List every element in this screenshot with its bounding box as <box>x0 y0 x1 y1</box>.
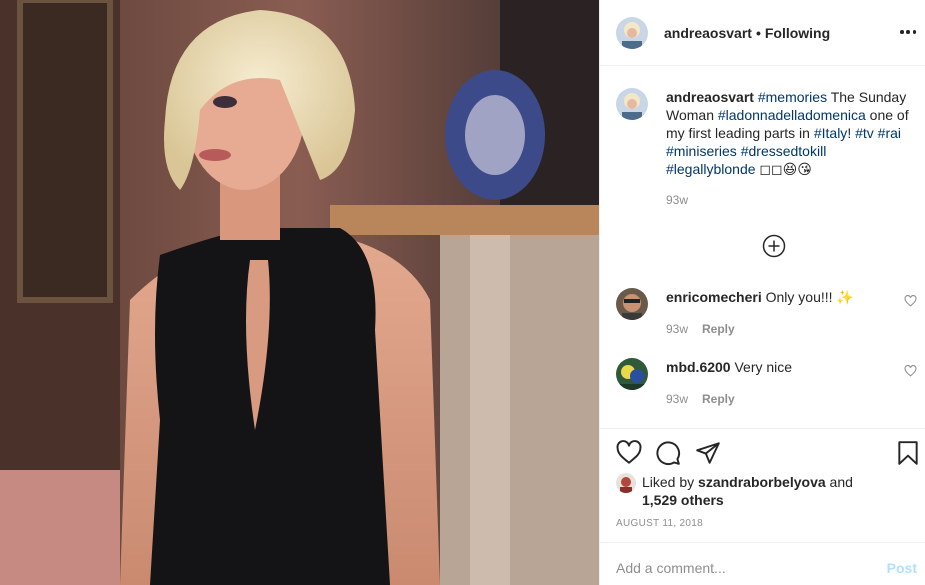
hashtag-tv[interactable]: #tv <box>855 125 874 141</box>
caption-text: andreaosvart #memories The Sunday Woman … <box>666 88 918 209</box>
separator-dot: • <box>755 24 761 41</box>
post-image <box>0 0 599 585</box>
likes-summary: Liked by szandraborbelyova and 1,529 oth… <box>616 473 916 509</box>
comment-text: Very nice <box>734 359 793 375</box>
reply-button[interactable]: Reply <box>702 320 735 338</box>
comment-like-icon[interactable] <box>904 295 917 307</box>
hashtag-legallyblonde[interactable]: #legallyblonde <box>666 161 756 177</box>
hashtag-ladonna[interactable]: #ladonnadelladomenica <box>718 107 866 123</box>
hashtag-miniseries[interactable]: #miniseries <box>666 143 737 159</box>
reply-button[interactable]: Reply <box>702 390 735 408</box>
more-icon[interactable] <box>898 24 918 40</box>
liker-username[interactable]: szandraborbelyova <box>698 474 826 490</box>
author-username[interactable]: andreaosvart <box>664 25 752 41</box>
commenter-avatar[interactable] <box>616 358 648 390</box>
comment-username[interactable]: mbd.6200 <box>666 359 731 375</box>
add-comment-input[interactable] <box>616 556 866 580</box>
hashtag-memories[interactable]: #memories <box>758 89 827 105</box>
load-more-icon[interactable] <box>762 234 786 258</box>
bookmark-icon[interactable] <box>895 440 921 466</box>
following-button[interactable]: Following <box>765 25 830 41</box>
comment-time[interactable]: 93w <box>666 320 688 338</box>
post-date[interactable]: AUGUST 11, 2018 <box>616 518 703 529</box>
post-button[interactable]: Post <box>887 560 917 576</box>
heart-icon[interactable] <box>616 440 642 466</box>
caption-fragment: ! <box>847 125 856 141</box>
commenter-avatar[interactable] <box>616 288 648 320</box>
likes-others[interactable]: 1,529 others <box>642 492 724 508</box>
comment-item: mbd.6200 Very nice 93w Reply <box>616 358 921 408</box>
caption: andreaosvart #memories The Sunday Woman … <box>616 88 921 209</box>
divider <box>600 542 925 543</box>
hashtag-dressedtokill[interactable]: #dressedtokill <box>741 143 827 159</box>
likes-prefix: Liked by <box>642 474 699 490</box>
comment-like-icon[interactable] <box>904 365 917 377</box>
author-avatar[interactable] <box>616 16 648 49</box>
share-icon[interactable] <box>695 440 721 466</box>
hashtag-rai[interactable]: #rai <box>878 125 901 141</box>
hashtag-italy[interactable]: #Italy <box>814 125 847 141</box>
post-side-panel: andreaosvart • Following andreaosvart #m… <box>599 0 925 585</box>
caption-emoji: ◻◻😆😘 <box>755 161 812 177</box>
comment-time[interactable]: 93w <box>666 390 688 408</box>
caption-avatar[interactable] <box>616 88 648 120</box>
comment-username[interactable]: enricomecheri <box>666 289 762 305</box>
caption-time[interactable]: 93w <box>666 191 918 209</box>
divider <box>600 428 925 429</box>
comment-text: Only you!!! ✨ <box>765 289 854 305</box>
liker-avatar[interactable] <box>616 473 636 493</box>
post-photo[interactable] <box>0 0 599 585</box>
likes-middle: and <box>825 474 853 490</box>
caption-username[interactable]: andreaosvart <box>666 89 754 105</box>
comment-icon[interactable] <box>655 440 681 466</box>
post-header: andreaosvart • Following <box>600 0 925 66</box>
comment-item: enricomecheri Only you!!! ✨ 93w Reply <box>616 288 921 338</box>
